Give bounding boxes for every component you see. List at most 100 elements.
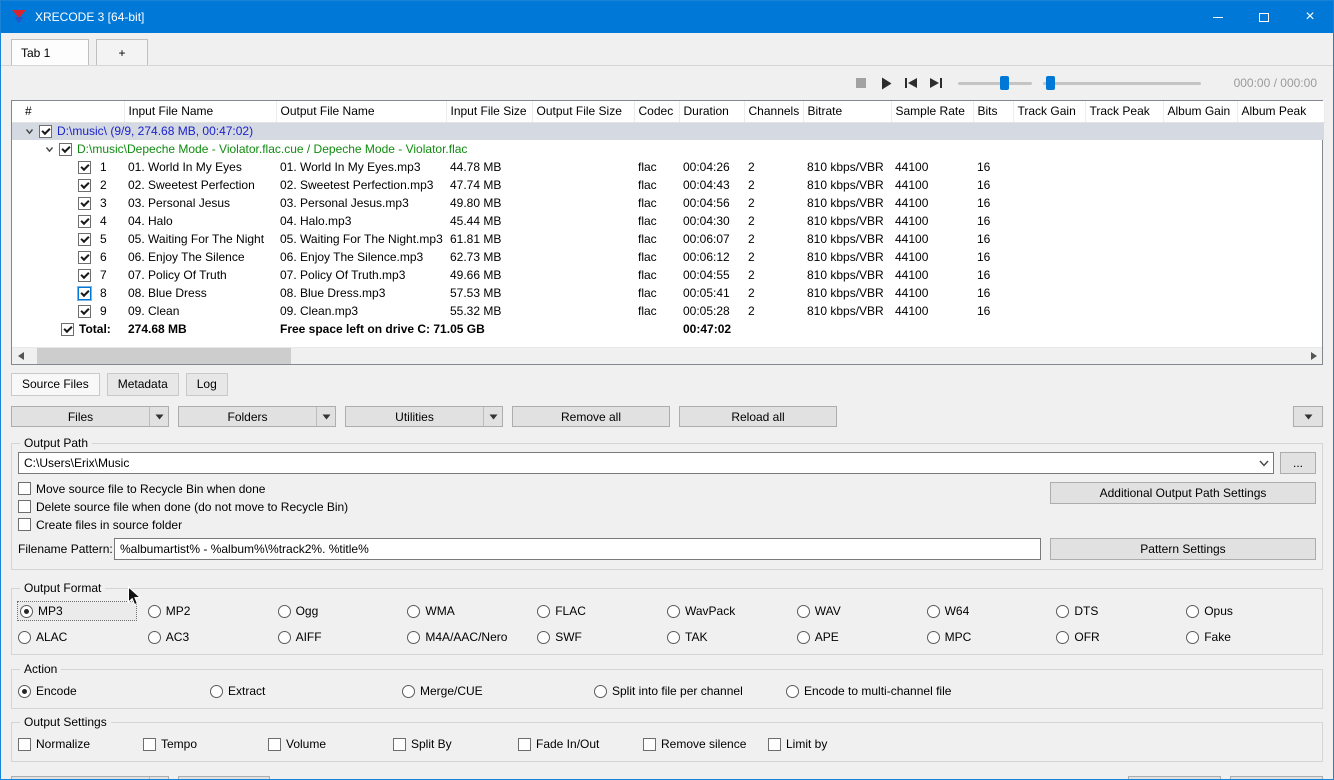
pattern-settings-button[interactable]: Pattern Settings <box>1050 538 1316 560</box>
action-option-extract[interactable]: Extract <box>210 682 402 700</box>
column-header-output-file-name[interactable]: Output File Name <box>276 101 447 123</box>
radio-button[interactable] <box>667 630 680 644</box>
utilities-button[interactable]: Utilities <box>345 406 503 427</box>
radio-button[interactable] <box>18 684 31 698</box>
expand-arrow-icon[interactable] <box>45 145 54 154</box>
radio-button[interactable] <box>926 604 940 618</box>
track-row[interactable]: 8 08. Blue Dress 08. Blue Dress.mp3 57.53 M… <box>12 284 1324 302</box>
track-row[interactable]: 2 02. Sweetest Perfection 02. Sweetest Per… <box>12 176 1324 194</box>
format-option-wma[interactable]: WMA <box>407 602 537 620</box>
track-row[interactable]: 7 07. Policy Of Truth 07. Policy Of Truth.… <box>12 266 1324 284</box>
cue-file-row[interactable]: D:\music\Depeche Mode - Violator.flac.cu… <box>12 140 1324 158</box>
horizontal-scrollbar[interactable] <box>12 347 1322 364</box>
column-header-input-file-name[interactable]: Input File Name <box>124 101 277 123</box>
radio-button[interactable] <box>1186 604 1200 618</box>
checkbox[interactable] <box>18 500 31 513</box>
radio-button[interactable] <box>407 630 421 644</box>
setting-fade-in-out[interactable]: Fade In/Out <box>518 735 643 753</box>
radio-button[interactable] <box>1056 604 1070 618</box>
track-row[interactable]: 3 03. Personal Jesus 03. Personal Jesus.mp… <box>12 194 1324 212</box>
column-header-output-file-size[interactable]: Output File Size <box>532 101 635 123</box>
radio-button[interactable] <box>1186 630 1200 644</box>
track-row[interactable]: 6 06. Enjoy The Silence 06. Enjoy The Sile… <box>12 248 1324 266</box>
column-header-channels[interactable]: Channels <box>744 101 804 123</box>
radio-button[interactable] <box>20 604 33 618</box>
expand-arrow-icon[interactable] <box>25 127 34 136</box>
close-button[interactable]: Close <box>1230 776 1323 779</box>
more-options-dropdown[interactable] <box>1293 406 1323 427</box>
checkbox[interactable] <box>77 285 92 301</box>
radio-button[interactable] <box>147 604 161 618</box>
checkbox[interactable] <box>78 160 91 174</box>
track-row[interactable]: 1 01. World In My Eyes 01. World In My Eye… <box>12 158 1324 176</box>
volume-slider-handle[interactable] <box>1000 76 1010 90</box>
format-option-w64[interactable]: W64 <box>926 602 1057 620</box>
column-header-bits[interactable]: Bits <box>973 101 1014 123</box>
format-option-fake[interactable]: Fake <box>1186 628 1316 646</box>
directory-group-row[interactable]: D:\music\ (9/9, 274.68 MB, 00:47:02) <box>12 122 1324 140</box>
add-tab-button[interactable]: + <box>96 39 148 65</box>
option-delete-source-file-when-done-do-not-move-to-recycle-bin[interactable]: Delete source file when done (do not mov… <box>18 498 348 515</box>
checkbox[interactable] <box>78 250 91 264</box>
format-option-dts[interactable]: DTS <box>1056 602 1186 620</box>
column-header-bitrate[interactable]: Bitrate <box>803 101 892 123</box>
checkbox[interactable] <box>78 178 91 192</box>
radio-button[interactable] <box>926 630 940 644</box>
volume-slider[interactable] <box>957 75 1032 91</box>
checkbox[interactable] <box>393 737 406 751</box>
remove-all-button[interactable]: Remove all <box>512 406 670 427</box>
track-row[interactable]: 9 09. Clean 09. Clean.mp3 55.32 MB flac 00:05… <box>12 302 1324 320</box>
setting-split-by[interactable]: Split By <box>393 735 518 753</box>
format-option-ofr[interactable]: OFR <box>1056 628 1186 646</box>
setting-limit-by[interactable]: Limit by <box>768 735 893 753</box>
combo-dropdown-arrow-icon[interactable] <box>1255 453 1273 473</box>
filename-pattern-input[interactable] <box>114 538 1041 560</box>
radio-button[interactable] <box>796 630 810 644</box>
checkbox[interactable] <box>78 268 91 282</box>
checkbox[interactable] <box>61 322 74 336</box>
scrollbar-thumb[interactable] <box>37 348 291 364</box>
option-create-files-in-source-folder[interactable]: Create files in source folder <box>18 516 182 533</box>
checkbox[interactable] <box>268 737 281 751</box>
column-header-num[interactable]: # <box>12 101 125 123</box>
radio-button[interactable] <box>537 630 551 644</box>
output-path-input[interactable] <box>19 453 1255 473</box>
tab-1[interactable]: Tab 1 <box>11 39 89 65</box>
option-move-source-file-to-recycle-bin-when-done[interactable]: Move source file to Recycle Bin when don… <box>18 480 265 497</box>
radio-button[interactable] <box>1056 630 1070 644</box>
checkbox[interactable] <box>78 232 91 246</box>
checkbox[interactable] <box>18 482 31 495</box>
column-header-album-peak[interactable]: Album Peak <box>1237 101 1325 123</box>
format-option-mp3[interactable]: MP3 <box>17 601 137 621</box>
about-button[interactable]: About <box>178 776 270 779</box>
format-option-m4a-aac-nero[interactable]: M4A/AAC/Nero <box>407 628 537 646</box>
checkbox[interactable] <box>768 737 781 751</box>
action-option-encode-to-multi-channel-file[interactable]: Encode to multi-channel file <box>786 682 978 700</box>
scroll-right-arrow[interactable] <box>1305 348 1322 364</box>
radio-button[interactable] <box>407 604 421 618</box>
radio-button[interactable] <box>210 684 223 698</box>
checkbox[interactable] <box>59 142 72 156</box>
radio-button[interactable] <box>594 684 607 698</box>
column-header-track-gain[interactable]: Track Gain <box>1013 101 1086 123</box>
column-header-track-peak[interactable]: Track Peak <box>1085 101 1164 123</box>
checkbox[interactable] <box>643 737 656 751</box>
column-header-sample-rate[interactable]: Sample Rate <box>891 101 974 123</box>
column-header-duration[interactable]: Duration <box>679 101 745 123</box>
radio-button[interactable] <box>277 630 291 644</box>
tab-settings-button[interactable]: Tab/Settings <box>11 776 169 779</box>
column-header-album-gain[interactable]: Album Gain <box>1163 101 1238 123</box>
position-slider-track[interactable] <box>1042 82 1201 85</box>
play-button[interactable] <box>877 74 895 92</box>
view-tab-metadata[interactable]: Metadata <box>106 373 179 396</box>
column-header-codec[interactable]: Codec <box>634 101 680 123</box>
radio-button[interactable] <box>147 630 161 644</box>
checkbox[interactable] <box>518 737 531 751</box>
close-window-button[interactable]: × <box>1287 1 1333 33</box>
format-option-wavpack[interactable]: WavPack <box>667 602 797 620</box>
previous-track-button[interactable] <box>902 74 920 92</box>
browse-output-path-button[interactable]: ... <box>1280 452 1316 474</box>
format-option-tak[interactable]: TAK <box>667 628 797 646</box>
format-option-ape[interactable]: APE <box>796 628 927 646</box>
track-row[interactable]: 5 05. Waiting For The Night 05. Waiting Fo… <box>12 230 1324 248</box>
